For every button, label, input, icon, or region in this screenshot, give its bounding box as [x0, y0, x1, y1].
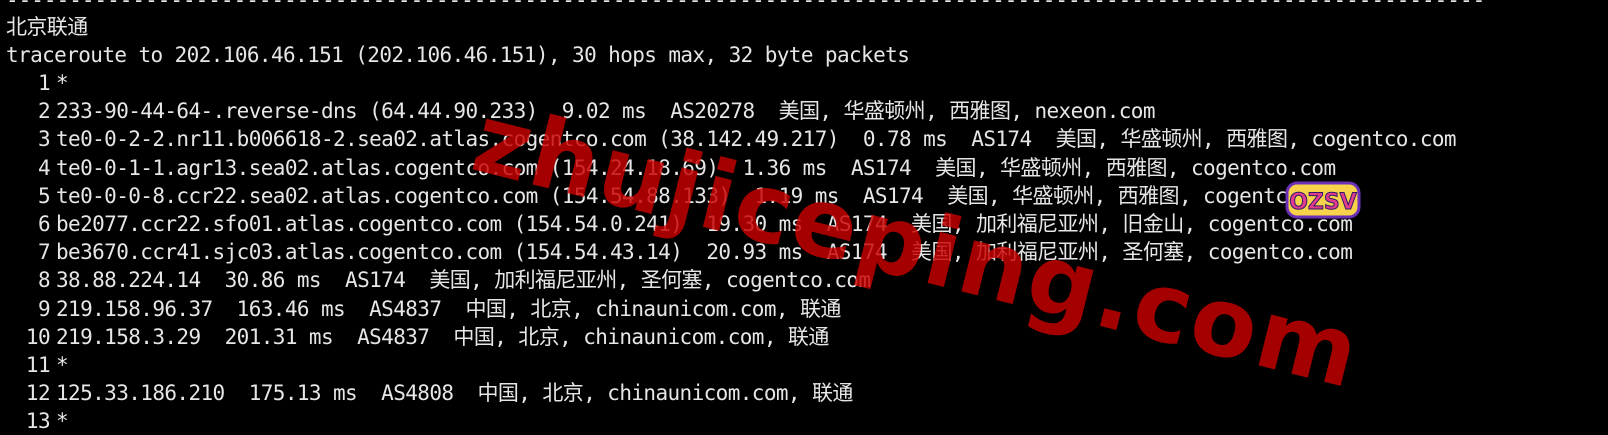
hop-line: 9 219.158.96.37 163.46 ms AS4837 中国, 北京, …	[6, 295, 841, 323]
hop-number: 1	[37, 71, 51, 95]
hop-number: 7	[37, 240, 51, 265]
trace-title: 北京联通	[6, 15, 88, 39]
hop-line: 13 *	[6, 407, 69, 435]
hop-line: 2 233-90-44-64-.reverse-dns (64.44.90.233…	[6, 97, 1156, 125]
hop-number: 8	[37, 268, 51, 293]
hop-number: 13	[25, 409, 51, 434]
hop-line: 11 *	[6, 351, 69, 379]
hop-details: 219.158.3.29 201.31 ms AS4837 中国, 北京, ch…	[56, 324, 829, 349]
hop-number: 9	[37, 296, 51, 321]
hop-number: 11	[25, 353, 51, 377]
hop-details: *	[56, 409, 69, 434]
hop-details: te0-0-1-1.agr13.sea02.atlas.cogentco.com…	[56, 155, 1336, 180]
hop-line: 1 *	[6, 69, 69, 97]
hop-number: 4	[37, 155, 51, 180]
hop-details: 125.33.186.210 175.13 ms AS4808 中国, 北京, …	[56, 381, 853, 406]
hop-number: 3	[37, 127, 51, 152]
hop-details: 233-90-44-64-.reverse-dns (64.44.90.233)…	[56, 99, 1155, 124]
hop-number: 2	[37, 99, 51, 124]
hop-line: 7 be3670.ccr41.sjc03.atlas.cogentco.com (…	[6, 238, 1353, 266]
terminal-window[interactable]: ----------------------------------------…	[6, 0, 1602, 433]
hop-details: te0-0-2-2.nr11.b006618-2.sea02.atlas.cog…	[56, 127, 1457, 152]
hop-number: 12	[25, 381, 51, 406]
hop-details: 38.88.224.14 30.86 ms AS174 美国, 加利福尼亚州, …	[56, 268, 871, 293]
hop-line: 10 219.158.3.29 201.31 ms AS4837 中国, 北京, …	[6, 323, 829, 351]
traceroute-command: traceroute to 202.106.46.151 (202.106.46…	[6, 43, 910, 67]
badge-label: OZSV	[1289, 190, 1357, 215]
hop-details: *	[56, 71, 69, 95]
hop-line: 4 te0-0-1-1.agr13.sea02.atlas.cogentco.co…	[6, 154, 1336, 182]
hop-details: 219.158.96.37 163.46 ms AS4837 中国, 北京, c…	[56, 296, 841, 321]
hop-number: 6	[37, 212, 51, 236]
ozsv-logo-badge: OZSV	[1285, 181, 1361, 219]
hop-number: 10	[25, 324, 51, 349]
separator-line: ----------------------------------------…	[6, 0, 1486, 12]
hop-line: 5 te0-0-0-8.ccr22.sea02.atlas.cogentco.co…	[6, 182, 1348, 210]
hop-line: 3 te0-0-2-2.nr11.b006618-2.sea02.atlas.co…	[6, 125, 1457, 153]
hop-details: be2077.ccr22.sfo01.atlas.cogentco.com (1…	[56, 212, 1353, 236]
hop-details: *	[56, 353, 69, 377]
hop-details: te0-0-0-8.ccr22.sea02.atlas.cogentco.com…	[56, 183, 1348, 208]
hop-details: be3670.ccr41.sjc03.atlas.cogentco.com (1…	[56, 240, 1353, 265]
hop-line: 8 38.88.224.14 30.86 ms AS174 美国, 加利福尼亚州,…	[6, 266, 871, 294]
hop-line: 6 be2077.ccr22.sfo01.atlas.cogentco.com (…	[6, 210, 1353, 238]
hop-line: 12 125.33.186.210 175.13 ms AS4808 中国, 北京…	[6, 379, 854, 407]
hop-number: 5	[37, 183, 51, 208]
